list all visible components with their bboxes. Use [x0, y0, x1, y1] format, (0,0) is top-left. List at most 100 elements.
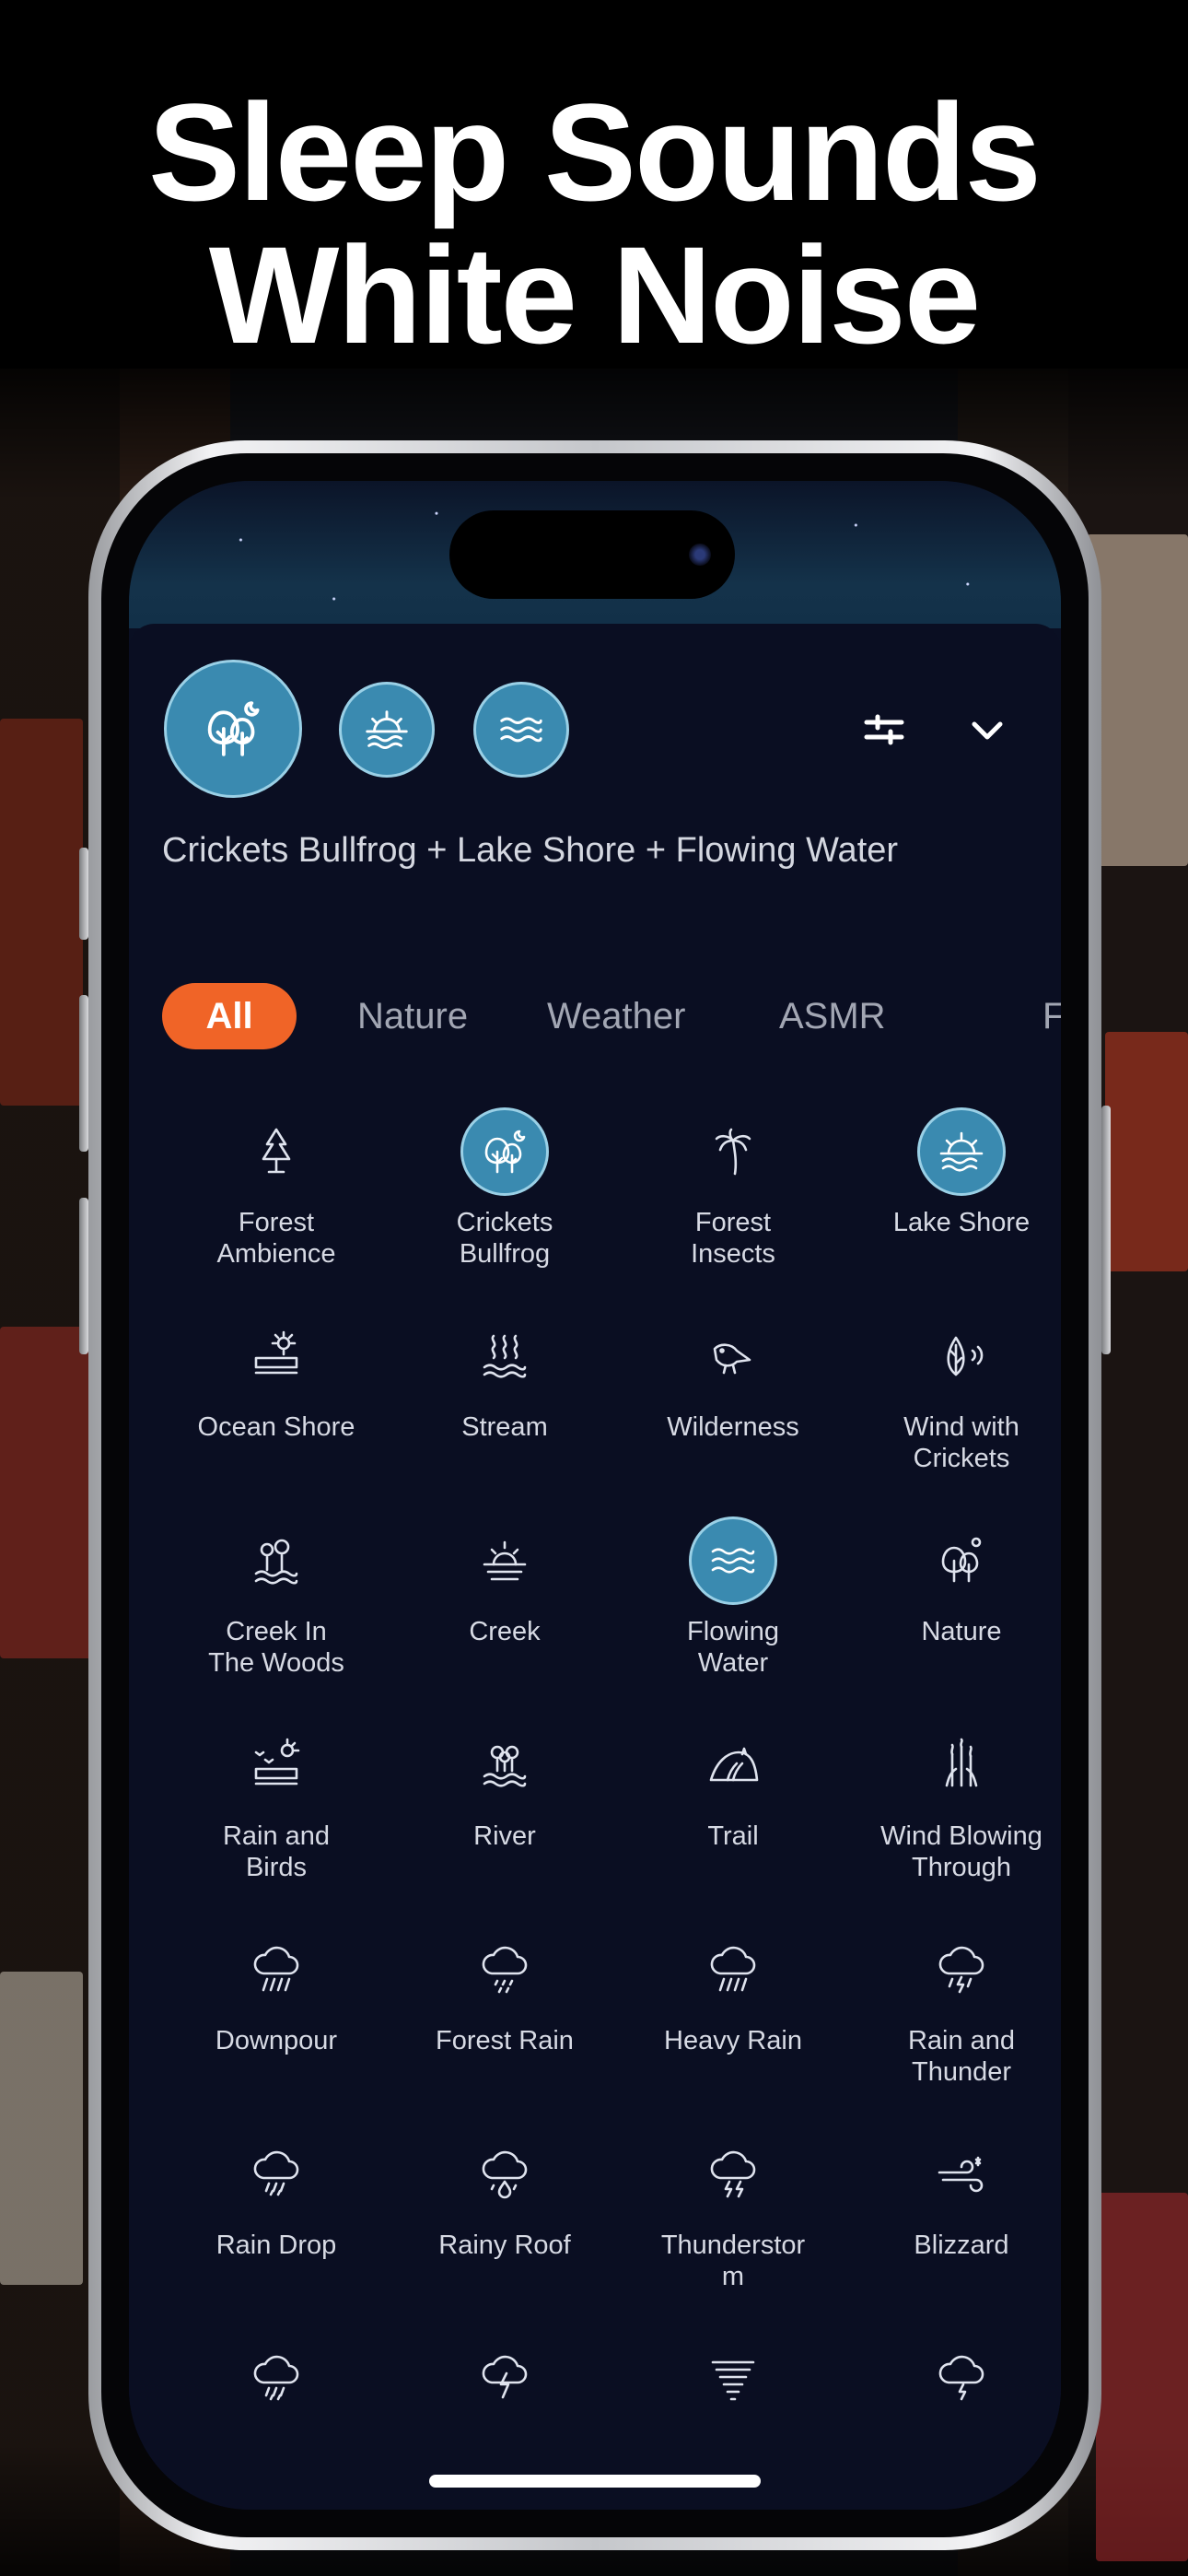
sound-item[interactable]: Thunderstor m — [619, 2130, 847, 2292]
waves-icon — [500, 717, 542, 743]
sunrise-water-icon — [366, 710, 408, 750]
sound-item[interactable]: Creek — [390, 1516, 619, 1647]
sound-item[interactable]: Ocean Shore — [162, 1312, 390, 1443]
trees-sun-icon — [917, 1516, 1006, 1605]
palm-tree-icon — [689, 1107, 777, 1196]
cloud-lightning-icon — [460, 2335, 549, 2423]
tab-asmr[interactable]: ASMR — [779, 983, 886, 1049]
sound-item[interactable]: Forest Insects — [619, 1107, 847, 1270]
sun-shore-icon — [232, 1312, 320, 1400]
sun-birds-icon — [232, 1721, 320, 1809]
sound-label: Forest Rain — [436, 2026, 574, 2055]
sound-item[interactable] — [847, 2335, 1061, 2434]
sound-label: Downpour — [215, 2026, 338, 2055]
sound-item[interactable]: Rain and Thunder — [847, 1926, 1061, 2088]
sound-label: Wilderness — [667, 1412, 799, 1442]
sound-item[interactable]: Rain Drop — [162, 2130, 390, 2261]
background-poster — [1105, 1032, 1188, 1271]
sound-label: Rain and Birds — [222, 1821, 331, 1882]
sound-item[interactable]: River — [390, 1721, 619, 1852]
sliders-icon[interactable] — [856, 702, 912, 757]
trees-water-icon — [232, 1516, 320, 1605]
pine-trees-icon — [232, 1107, 320, 1196]
leaf-sound-icon — [917, 1312, 1006, 1400]
sound-label: Thunderstor m — [660, 2231, 806, 2291]
sound-label: Wind with Crickets — [903, 1412, 1019, 1473]
steam-waves-icon — [460, 1312, 549, 1400]
cloud-bolt-icon — [917, 2335, 1006, 2423]
tab-all[interactable]: All — [162, 983, 297, 1049]
sound-label: Rain Drop — [215, 2231, 337, 2260]
sound-item[interactable]: Creek In The Woods — [162, 1516, 390, 1679]
sound-item[interactable]: Forest Rain — [390, 1926, 619, 2056]
sound-label: Crickets Bullfrog — [456, 1208, 553, 1269]
background-poster — [0, 719, 83, 1106]
tab-weather[interactable]: Weather — [547, 983, 685, 1049]
mix-title: Crickets Bullfrog + Lake Shore + Flowing… — [162, 831, 899, 870]
sound-item[interactable]: Crickets Bullfrog — [390, 1107, 619, 1270]
sound-label: Lake Shore — [892, 1208, 1031, 1237]
cloud-heavy-rain-icon — [232, 1926, 320, 2014]
sound-item[interactable] — [162, 2335, 390, 2434]
river-trees-icon — [460, 1721, 549, 1809]
cloud-rain-icon — [232, 2335, 320, 2423]
camera-icon — [689, 544, 711, 566]
sunset-water-icon — [460, 1516, 549, 1605]
sound-label: Forest Insects — [691, 1208, 775, 1269]
hill-trail-icon — [689, 1721, 777, 1809]
active-sound-flowing-water[interactable] — [473, 682, 569, 778]
app-screen: Crickets Bullfrog + Lake Shore + Flowing… — [129, 481, 1061, 2510]
sound-item[interactable] — [390, 2335, 619, 2434]
sound-item[interactable]: Stream — [390, 1312, 619, 1443]
cloud-heavy-rain-icon — [689, 1926, 777, 2014]
tornado-icon — [689, 2335, 777, 2423]
cloud-thunder-rain-icon — [917, 1926, 1006, 2014]
sound-item[interactable]: Flowing Water — [619, 1516, 847, 1679]
cloud-drop-icon — [460, 2130, 549, 2219]
phone-power-button — [1101, 1106, 1111, 1354]
sound-item[interactable]: Wind with Crickets — [847, 1312, 1061, 1474]
background-poster — [0, 1327, 92, 1658]
sound-label: Blizzard — [914, 2231, 1009, 2260]
sound-item[interactable] — [619, 2335, 847, 2434]
sound-label: River — [473, 1821, 536, 1851]
tab-nature[interactable]: Nature — [357, 983, 468, 1049]
sound-item[interactable]: Blizzard — [847, 2130, 1061, 2261]
cloud-storm-icon — [689, 2130, 777, 2219]
sound-item[interactable]: Rainy Roof — [390, 2130, 619, 2261]
cloud-drizzle-icon — [460, 1926, 549, 2014]
sound-label: Heavy Rain — [664, 2026, 802, 2055]
tab-more[interactable]: F — [1042, 983, 1061, 1049]
headline-line-2: White Noise — [208, 217, 981, 372]
sunrise-water-icon — [917, 1107, 1006, 1196]
sound-item[interactable]: Heavy Rain — [619, 1926, 847, 2056]
sound-label: Forest Ambience — [216, 1208, 336, 1269]
sound-label: Creek In The Woods — [208, 1617, 344, 1678]
sound-item[interactable]: Wind Blowing Through — [847, 1721, 1061, 1883]
sound-item[interactable]: Trail — [619, 1721, 847, 1852]
sound-label: Stream — [461, 1412, 548, 1442]
sound-item[interactable]: Rain and Birds — [162, 1721, 390, 1883]
background-poster — [0, 1972, 83, 2285]
sound-label: Ocean Shore — [197, 1412, 355, 1442]
sound-item[interactable]: Forest Ambience — [162, 1107, 390, 1270]
chevron-down-icon[interactable] — [960, 702, 1015, 757]
sound-item[interactable]: Downpour — [162, 1926, 390, 2056]
cloud-rain-icon — [232, 2130, 320, 2219]
dynamic-island — [449, 510, 735, 599]
sound-label: Flowing Water — [687, 1617, 779, 1678]
sound-item[interactable]: Nature — [847, 1516, 1061, 1647]
home-indicator[interactable] — [429, 2475, 761, 2488]
sound-item[interactable]: Lake Shore — [847, 1107, 1061, 1238]
phone-action-button — [79, 848, 88, 940]
phone-volume-up-button — [79, 995, 88, 1152]
wind-snow-icon — [917, 2130, 1006, 2219]
active-sound-lake-shore[interactable] — [339, 682, 435, 778]
sound-item[interactable]: Wilderness — [619, 1312, 847, 1443]
background-poster — [1087, 534, 1188, 866]
active-sound-crickets-bullfrog[interactable] — [164, 660, 302, 798]
trees-moon-icon — [207, 701, 260, 756]
sound-label: Rain and Thunder — [907, 2026, 1016, 2087]
background-poster — [1096, 2193, 1188, 2561]
waves-icon — [689, 1516, 777, 1605]
